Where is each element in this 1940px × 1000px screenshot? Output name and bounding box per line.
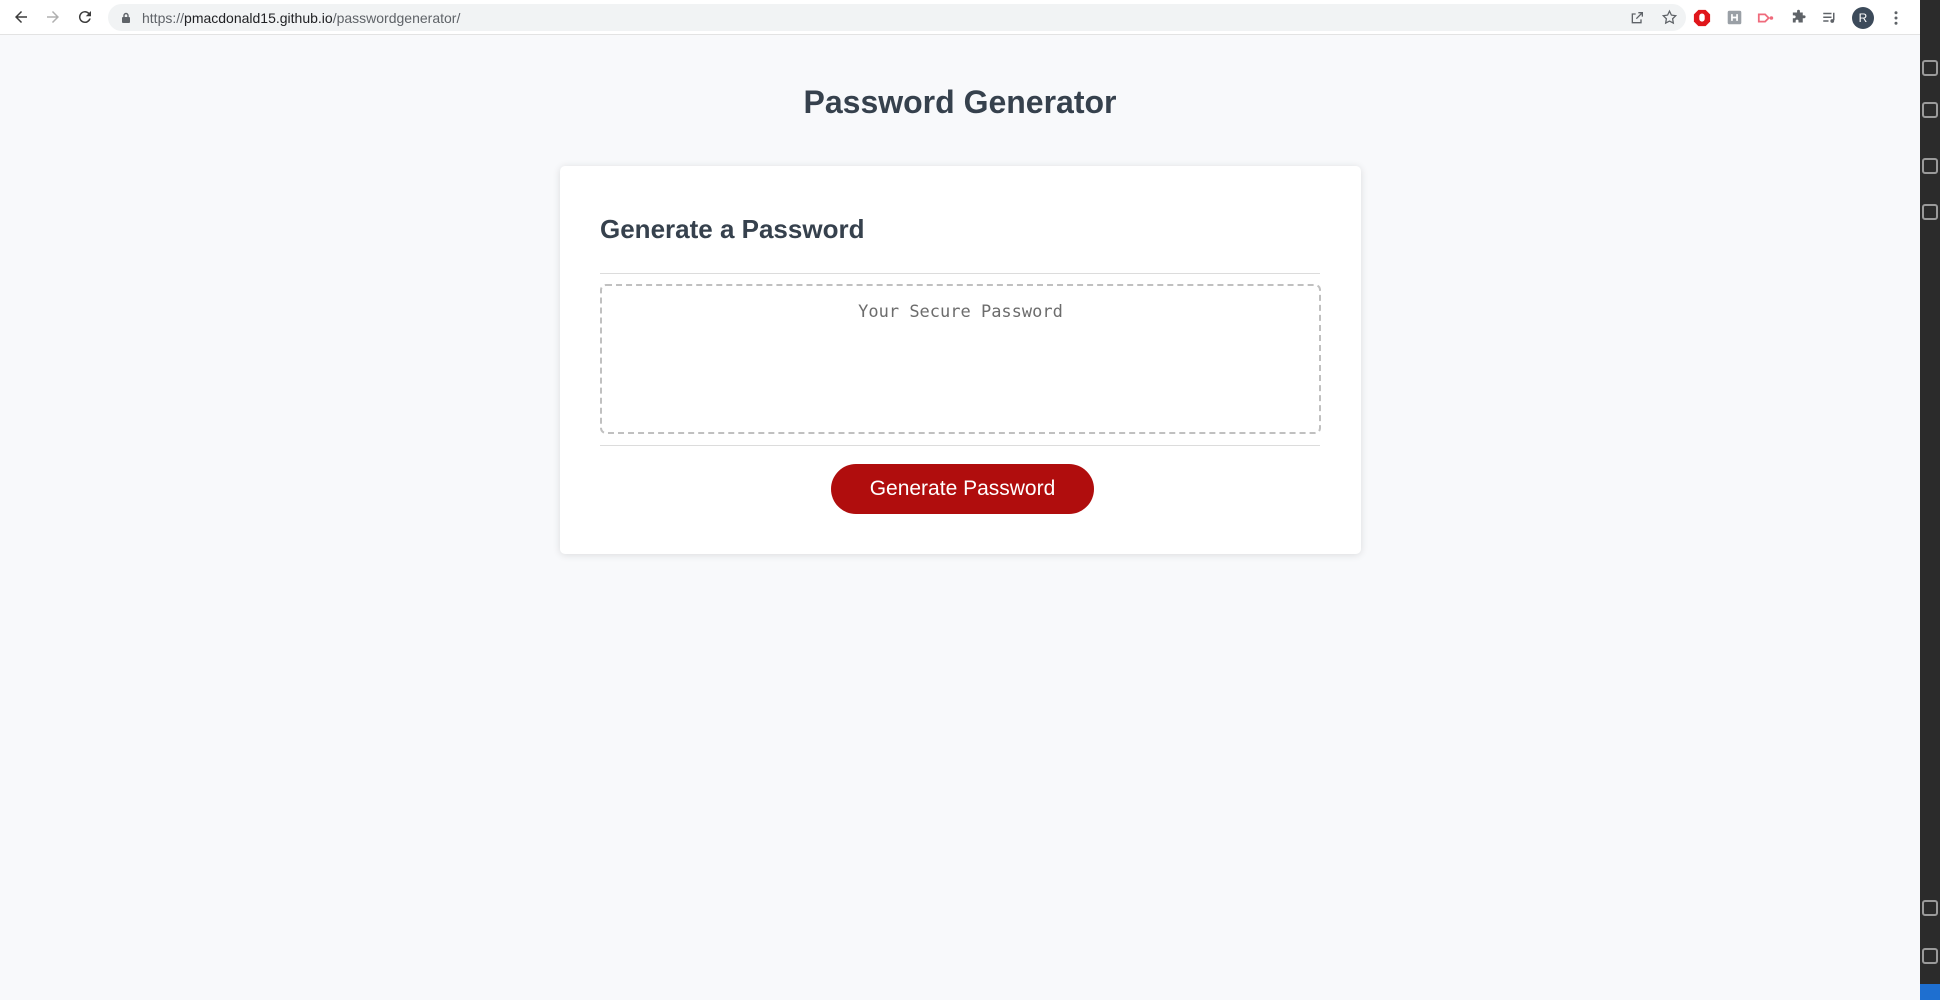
url-text[interactable]: https://pmacdonald15.github.io/passwordg… [142, 10, 460, 26]
back-arrow-icon [15, 11, 27, 23]
page-content: Password Generator Generate a Password G… [0, 36, 1920, 1000]
side-app-icon[interactable] [1922, 204, 1938, 220]
forward-arrow-icon [47, 11, 59, 23]
lock-icon[interactable] [120, 12, 132, 24]
password-output[interactable] [600, 284, 1321, 434]
share-icon[interactable] [1628, 9, 1646, 27]
card-divider-bottom [600, 445, 1320, 446]
extension-icons: R [1692, 4, 1906, 31]
side-app-icon[interactable] [1922, 102, 1938, 118]
reload-icon [78, 11, 91, 24]
reload-button[interactable] [69, 1, 101, 33]
adblock-extension-icon[interactable] [1692, 8, 1712, 28]
extension-icon-gray[interactable] [1724, 8, 1744, 28]
card-header: Generate a Password [600, 214, 865, 244]
omnibox-actions [1628, 4, 1678, 31]
generate-password-button[interactable]: Generate Password [831, 464, 1094, 514]
side-app-icon[interactable] [1922, 158, 1938, 174]
extension-icon-pink[interactable] [1756, 8, 1776, 28]
card-divider-top [600, 273, 1320, 274]
side-status-indicator [1920, 984, 1940, 1000]
password-card: Generate a Password Generate Password [560, 166, 1361, 554]
url-path: /passwordgenerator/ [332, 9, 461, 26]
back-button[interactable] [5, 1, 37, 33]
profile-avatar[interactable]: R [1852, 6, 1874, 29]
browser-toolbar: https://pmacdonald15.github.io/passwordg… [0, 0, 1920, 35]
nav-buttons [5, 1, 101, 33]
side-app-icon[interactable] [1922, 60, 1938, 76]
address-bar[interactable]: https://pmacdonald15.github.io/passwordg… [108, 4, 1686, 31]
forward-button[interactable] [37, 1, 69, 33]
media-queue-icon[interactable] [1820, 8, 1840, 28]
url-scheme: https:// [142, 9, 185, 26]
bookmark-star-icon[interactable] [1660, 9, 1678, 27]
page-title: Password Generator [803, 84, 1117, 120]
side-app-icon[interactable] [1922, 948, 1938, 964]
extensions-puzzle-icon[interactable] [1788, 8, 1808, 28]
more-menu-icon[interactable] [1886, 8, 1906, 28]
side-app-icon[interactable] [1922, 900, 1938, 916]
url-host: pmacdonald15.github.io [184, 9, 333, 26]
side-app-strip [1920, 0, 1940, 1000]
